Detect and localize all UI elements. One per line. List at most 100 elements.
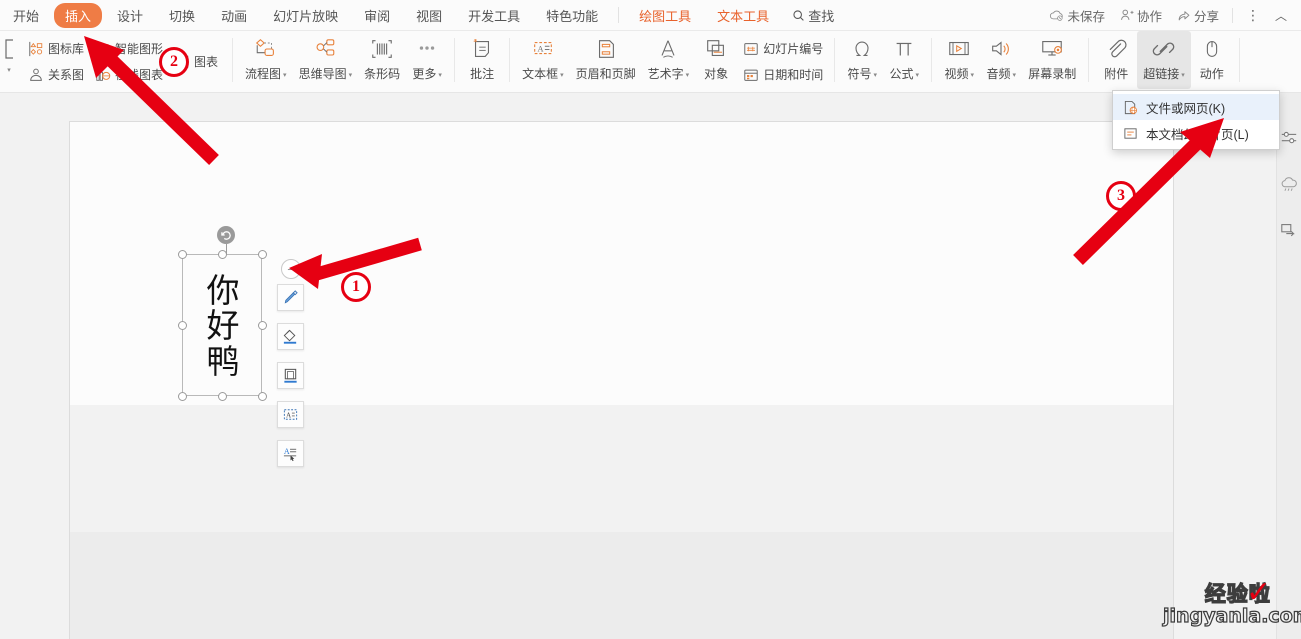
share-icon [1178,11,1190,21]
svg-text:A: A [286,411,292,419]
audio-label: 音频 ▾ [986,67,1016,81]
wordart-text: 艺术字 [647,67,684,81]
save-state-button[interactable]: 未保存 [1043,4,1111,27]
textbox-content[interactable]: 你 好 鸭 [183,255,263,397]
right-sidebar [1276,93,1301,639]
resize-handle-ml[interactable] [177,320,187,330]
tab-drawing-tools[interactable]: 绘图工具 [628,3,702,28]
cloud-unsaved-icon [1050,10,1064,21]
tab-view[interactable]: 视图 [405,3,453,28]
find-label: 查找 [808,8,835,24]
ribbon-divider-5 [931,38,933,82]
menu-item-slide-in-document[interactable]: 本文档幻灯片页(L) [1113,120,1279,146]
resize-handle-bl[interactable] [177,391,187,401]
ribbon-button-comment[interactable]: 批注 [461,31,503,89]
watermark-line-1: 经验啦 [1204,581,1271,606]
resize-handle-br[interactable] [257,391,267,401]
ribbon-button-wordart[interactable]: 艺术字 ▾ [642,31,696,89]
resize-handle-bc[interactable] [217,391,227,401]
tab-insert[interactable]: 插入 [54,2,103,28]
find-button[interactable]: 查找 [792,6,834,25]
tab-slideshow[interactable]: 幻灯片放映 [262,3,349,28]
ribbon-item-icon-library[interactable]: 图标库 [22,36,89,62]
ribbon-button-audio[interactable]: 音频 ▾ [980,31,1022,89]
header-footer-icon [593,35,619,63]
ribbon-item-smartart[interactable]: 智能图形 [89,36,168,62]
resize-handle-tc[interactable] [217,249,227,259]
menu-item-file-or-webpage-label: 文件或网页(K) [1146,101,1226,116]
ribbon-divider-3 [509,38,511,82]
collaborate-button[interactable]: 协作 [1114,4,1168,27]
ribbon-item-date-time[interactable]: 日期和时间 [737,62,828,88]
menu-item-slide-in-document-label: 本文档幻灯片页(L) [1146,127,1249,142]
ribbon-button-object[interactable]: 对象 [695,31,737,89]
formula-text: 公式 [889,67,914,81]
tab-design[interactable]: 设计 [106,3,154,28]
header-footer-label: 页眉和页脚 [575,67,636,81]
float-button-textbox-format[interactable]: A [277,401,304,428]
icon-library-icon [27,40,44,57]
tab-developer[interactable]: 开发工具 [457,3,531,28]
video-text: 视频 [944,67,969,81]
float-button-style-brush[interactable] [277,284,304,311]
titlebar-actions: 未保存 协作 分享 ⋮ ︿ [1043,4,1301,27]
float-button-text-effect[interactable]: A [277,440,304,467]
ribbon-toolbar: ▾ 图标库 关系图 智能图形 在线图表 图表 流程图 ▾ 思维导图 ▾ 条形码 … [0,31,1301,93]
float-button-fill[interactable] [277,323,304,350]
ribbon-button-action[interactable]: 动作 [1191,31,1233,89]
ribbon-button-more[interactable]: 更多 ▾ [406,31,448,89]
tab-text-tools[interactable]: 文本工具 [706,3,780,28]
replace-icon[interactable] [1279,220,1299,240]
ribbon-button-symbol[interactable]: 符号 ▾ [841,31,883,89]
ribbon-item-relation-chart[interactable]: 关系图 [22,62,89,88]
watermark-check-icon: ✓ [1246,576,1272,609]
more-label: 更多 ▾ [412,67,442,81]
file-web-icon [1122,99,1138,115]
resize-handle-mr[interactable] [257,320,267,330]
comment-label: 批注 [470,67,495,81]
ribbon-item-slide-number[interactable]: 幻灯片编号 [737,36,828,62]
attachment-icon [1103,35,1129,63]
more-dots-icon [414,35,440,63]
float-button-outline[interactable] [277,362,304,389]
ribbon-button-hyperlink[interactable]: 超链接 ▾ [1137,31,1191,89]
shape-button-partial[interactable]: ▾ [2,31,22,89]
flowchart-icon [253,35,279,63]
tab-transition[interactable]: 切换 [158,3,206,28]
tab-start[interactable]: 开始 [2,3,50,28]
share-button[interactable]: 分享 [1171,4,1225,27]
tab-features[interactable]: 特色功能 [535,3,609,28]
properties-sliders-icon[interactable] [1279,128,1299,148]
object-icon [703,35,729,63]
resize-handle-tl[interactable] [177,249,187,259]
ribbon-button-screen-record[interactable]: 屏幕录制 [1022,31,1082,89]
textbox-label: 文本框 ▾ [522,67,564,81]
ribbon-divider-1 [232,38,234,82]
menu-item-file-or-webpage[interactable]: 文件或网页(K) [1113,94,1279,120]
ribbon-button-textbox[interactable]: A 文本框 ▾ [516,31,570,89]
ribbon-item-online-chart[interactable]: 在线图表 [89,62,168,88]
barcode-icon [369,35,395,63]
rotate-handle[interactable] [217,226,235,244]
video-icon [946,35,972,63]
tab-animation[interactable]: 动画 [210,3,258,28]
design-ideas-icon[interactable] [1279,174,1299,194]
more-options-button[interactable]: ⋮ [1240,5,1266,26]
symbol-label: 符号 ▾ [847,67,877,81]
annotation-marker-2-number: 2 [170,53,178,70]
ribbon-button-barcode[interactable]: 条形码 [358,31,406,89]
ribbon-button-formula[interactable]: 公式 ▾ [883,31,925,89]
ribbon-button-video[interactable]: 视频 ▾ [938,31,980,89]
audio-icon [988,35,1014,63]
collapse-ribbon-button[interactable]: ︿ [1269,5,1293,26]
ribbon-button-header-footer[interactable]: 页眉和页脚 [570,31,642,89]
tab-review[interactable]: 审阅 [353,3,401,28]
textbox-frame[interactable]: 你 好 鸭 [182,254,262,396]
action-mouse-icon [1199,35,1225,63]
shape-partial-label: ▾ [7,67,11,74]
resize-handle-tr[interactable] [257,249,267,259]
float-collapse-button[interactable]: − [281,259,301,279]
ribbon-button-mindmap[interactable]: 思维导图 ▾ [293,31,359,89]
ribbon-button-flowchart[interactable]: 流程图 ▾ [239,31,293,89]
ribbon-button-attachment[interactable]: 附件 [1095,31,1137,89]
